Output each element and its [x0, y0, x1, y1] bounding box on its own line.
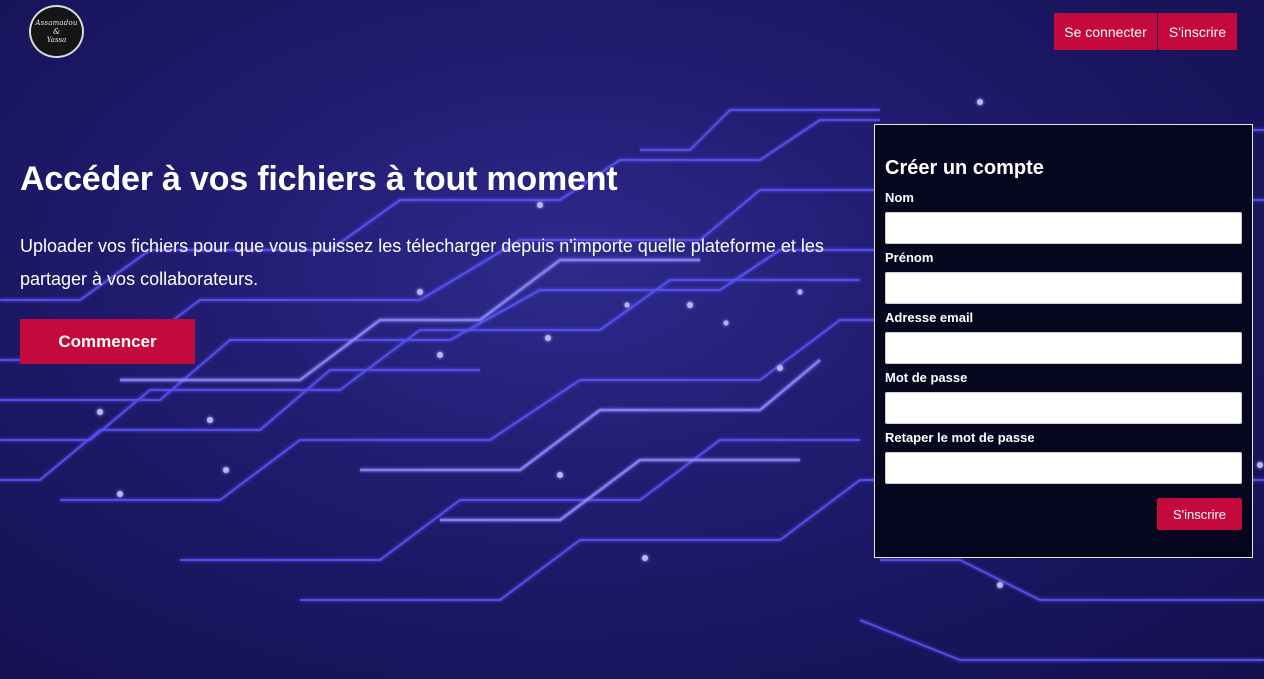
- field-password-confirm: Retaper le mot de passe: [885, 430, 1242, 484]
- field-email: Adresse email: [885, 310, 1242, 364]
- signup-title: Créer un compte: [885, 157, 1044, 179]
- signup-nav-button[interactable]: S'inscrire: [1158, 13, 1237, 50]
- email-input[interactable]: [885, 332, 1242, 364]
- submit-row: S'inscrire: [885, 498, 1242, 530]
- field-password: Mot de passe: [885, 370, 1242, 424]
- field-label: Nom: [885, 190, 914, 205]
- hero-title: Accéder à vos fichiers à tout moment: [20, 160, 618, 198]
- logo-text-line3: Yassa: [46, 35, 67, 44]
- signup-form: Nom Prénom Adresse email Mot de passe Re…: [885, 190, 1242, 530]
- logo-text-line2: &: [52, 26, 61, 36]
- field-label: Prénom: [885, 250, 934, 265]
- start-button[interactable]: Commencer: [20, 319, 195, 364]
- field-label: Adresse email: [885, 310, 974, 325]
- field-prenom: Prénom: [885, 250, 1242, 304]
- signup-submit-button[interactable]: S'inscrire: [1157, 498, 1242, 530]
- top-nav: Se connecter S'inscrire: [1054, 13, 1237, 50]
- signup-panel: Créer un compte Nom Prénom Adresse email…: [874, 124, 1253, 558]
- password-confirm-input[interactable]: [885, 452, 1242, 484]
- login-button[interactable]: Se connecter: [1054, 13, 1157, 50]
- field-label: Retaper le mot de passe: [885, 430, 1035, 445]
- hero-subtitle: Uploader vos fichiers pour que vous puis…: [20, 236, 824, 289]
- field-label: Mot de passe: [885, 370, 968, 385]
- prenom-input[interactable]: [885, 272, 1242, 304]
- logo-text-line1: Assamadou: [35, 18, 78, 27]
- field-nom: Nom: [885, 190, 1242, 244]
- password-input[interactable]: [885, 392, 1242, 424]
- site-logo[interactable]: Assamadou & Yassa: [29, 5, 84, 58]
- hero-section: Accéder à vos fichiers à tout moment Upl…: [20, 158, 860, 296]
- nom-input[interactable]: [885, 212, 1242, 244]
